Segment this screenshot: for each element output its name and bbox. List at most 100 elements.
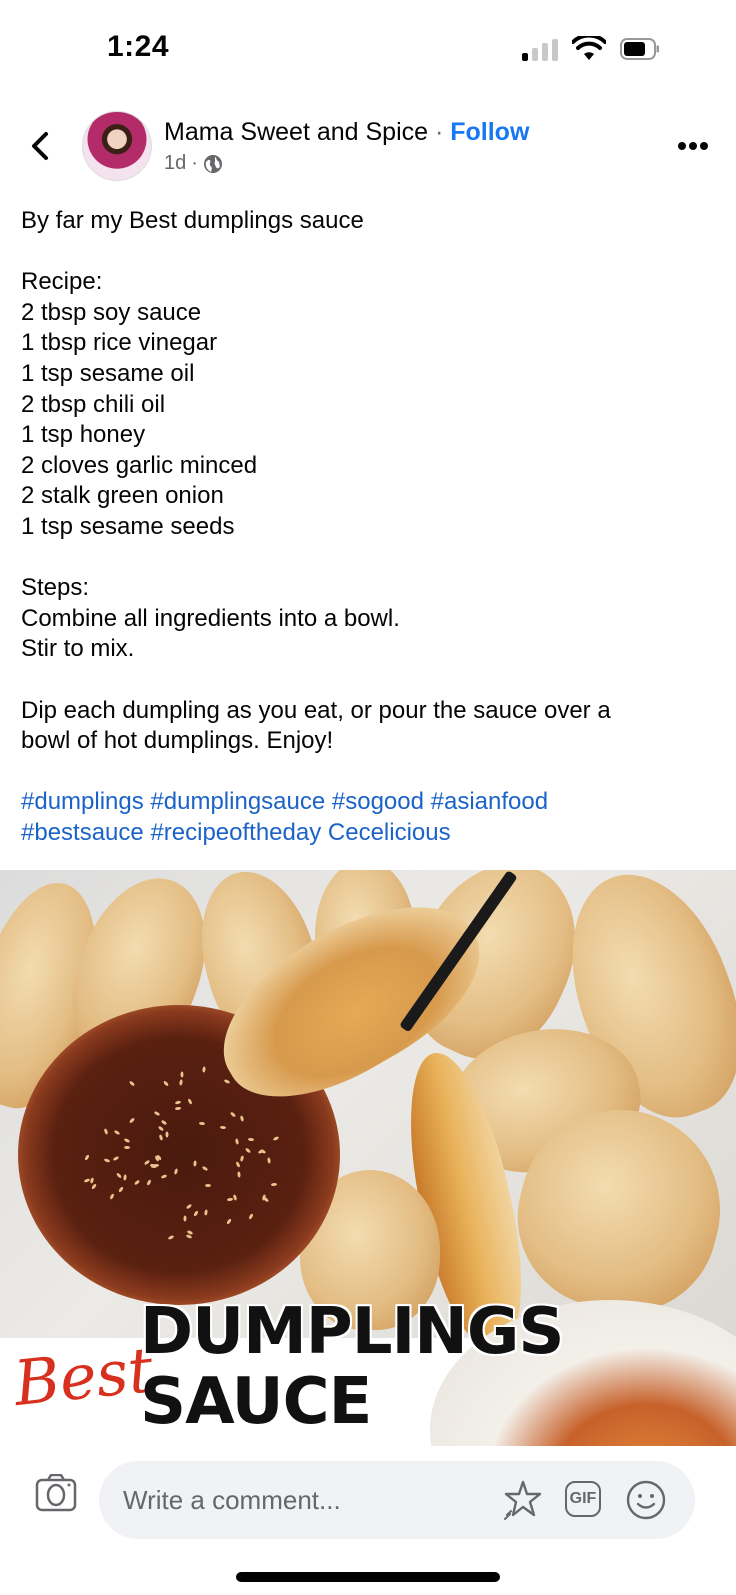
sesame-seed <box>270 1182 278 1187</box>
overlay-title-line1: DUMPLINGS <box>140 1295 564 1369</box>
sesame-seed <box>174 1106 182 1111</box>
sesame-seed <box>123 1174 127 1181</box>
sesame-seed <box>180 1071 184 1078</box>
sesame-seed <box>167 1234 175 1240</box>
sesame-seed <box>115 1172 123 1179</box>
comment-input[interactable] <box>121 1479 485 1521</box>
gif-label: GIF <box>569 1490 597 1507</box>
sesame-seed <box>160 1119 168 1126</box>
hashtag-link[interactable]: #sogood <box>332 788 424 815</box>
sesame-seed <box>259 1149 267 1155</box>
comment-bar: GIF <box>0 1446 736 1539</box>
serving-line: Dip each dumpling as you eat, or pour th… <box>21 696 611 724</box>
ingredient-item: 2 cloves garlic minced <box>21 451 258 479</box>
post-meta: 1d · <box>164 152 223 175</box>
ingredient-item: 1 tsp honey <box>21 421 146 449</box>
ingredient-item: 2 tbsp soy sauce <box>21 298 202 326</box>
author-avatar[interactable] <box>82 111 152 181</box>
ingredient-item: 2 stalk green onion <box>21 482 224 510</box>
sesame-seed <box>239 1155 245 1163</box>
hashtag-link[interactable]: #recipeoftheday <box>150 819 321 846</box>
step-item: Combine all ingredients into a bowl. <box>21 604 400 632</box>
sesame-seed <box>162 1080 169 1087</box>
name-separator: · <box>428 118 451 146</box>
comment-field[interactable]: GIF <box>99 1461 695 1539</box>
hashtag-link[interactable]: #bestsauce <box>21 819 144 846</box>
sesame-seed <box>245 1147 252 1154</box>
sesame-seed <box>202 1066 207 1074</box>
recipe-heading: Recipe: <box>21 268 103 296</box>
sesame-seed <box>229 1110 237 1118</box>
sesame-seed <box>109 1193 115 1201</box>
post-body: By far my Best dumplings sauce Recipe: 2… <box>21 206 721 848</box>
hashtag-link[interactable]: #dumplings <box>21 788 144 815</box>
hashtag-link[interactable]: #dumplingsauce <box>150 788 325 815</box>
sesame-seed <box>104 1158 111 1164</box>
sesame-seed <box>185 1203 192 1210</box>
sesame-seed <box>178 1078 183 1086</box>
sesame-seed <box>113 1129 121 1136</box>
gif-button[interactable]: GIF <box>565 1481 601 1517</box>
sesame-seed <box>272 1136 280 1142</box>
mention-link[interactable]: Cecelicious <box>328 819 451 846</box>
sesame-seed <box>173 1168 179 1175</box>
sesame-seed <box>198 1121 205 1125</box>
sesame-seed <box>123 1138 131 1144</box>
sesame-seed <box>201 1165 208 1172</box>
smiley-icon[interactable] <box>625 1479 667 1521</box>
sesame-seed <box>192 1159 197 1167</box>
globe-icon <box>203 154 222 173</box>
sesame-seed <box>237 1171 242 1178</box>
ingredient-item: 1 tbsp rice vinegar <box>21 329 218 357</box>
post-photo[interactable]: Best DUMPLINGS SAUCE <box>0 870 736 1446</box>
sesame-seed <box>223 1079 230 1085</box>
more-options-icon[interactable] <box>678 140 710 152</box>
sesame-seed <box>204 1209 209 1216</box>
sesame-seed <box>103 1127 109 1135</box>
sesame-seed <box>205 1183 212 1187</box>
sesame-seed <box>90 1176 95 1184</box>
post-timestamp[interactable]: 1d <box>164 152 186 175</box>
ingredient-item: 1 tsp sesame oil <box>21 359 195 387</box>
sesame-seed <box>174 1100 182 1105</box>
hashtags-line-1: #dumplings #dumplingsauce #sogood #asian… <box>21 787 721 818</box>
camera-icon[interactable] <box>35 1474 77 1512</box>
wifi-icon <box>572 36 606 60</box>
sesame-seed <box>235 1161 241 1168</box>
sesame-seed <box>234 1138 239 1146</box>
sesame-seed <box>133 1179 141 1186</box>
author-name[interactable]: Mama Sweet and Spice <box>164 118 428 146</box>
sticker-star-icon[interactable] <box>501 1479 543 1521</box>
home-indicator[interactable] <box>236 1572 500 1582</box>
follow-button[interactable]: Follow <box>450 118 529 146</box>
sesame-seed <box>112 1155 120 1161</box>
ingredient-item: 1 tsp sesame seeds <box>21 512 235 540</box>
sesame-seed <box>227 1197 234 1202</box>
sesame-seed <box>165 1131 169 1139</box>
overlay-title-line2: SAUCE <box>140 1365 372 1439</box>
sesame-seed <box>161 1173 168 1179</box>
serving-line: bowl of hot dumplings. Enjoy! <box>21 727 334 755</box>
sesame-seed <box>129 1080 136 1087</box>
sesame-seed <box>153 1110 161 1116</box>
chevron-left-icon[interactable] <box>26 128 56 164</box>
cellular-signal-icon <box>522 39 560 61</box>
overlay-best: Best <box>10 1332 157 1421</box>
sesame-seed <box>118 1186 125 1193</box>
sesame-seed <box>128 1117 135 1125</box>
sesame-seed <box>192 1210 199 1217</box>
status-bar: 1:24 <box>0 0 736 100</box>
sesame-seed <box>240 1115 245 1123</box>
status-time: 1:24 <box>107 30 170 63</box>
step-item: Stir to mix. <box>21 635 135 663</box>
sesame-seed <box>90 1183 98 1190</box>
sesame-seed <box>263 1196 270 1203</box>
sesame-seed <box>84 1153 90 1161</box>
ingredient-item: 2 tbsp chili oil <box>21 390 166 418</box>
hashtag-link[interactable]: #asianfood <box>431 788 548 815</box>
sesame-seed <box>248 1137 255 1142</box>
post-intro: By far my Best dumplings sauce <box>21 207 364 234</box>
meta-separator: · <box>191 152 198 174</box>
sesame-seed <box>187 1098 194 1106</box>
sesame-seed <box>158 1133 164 1141</box>
